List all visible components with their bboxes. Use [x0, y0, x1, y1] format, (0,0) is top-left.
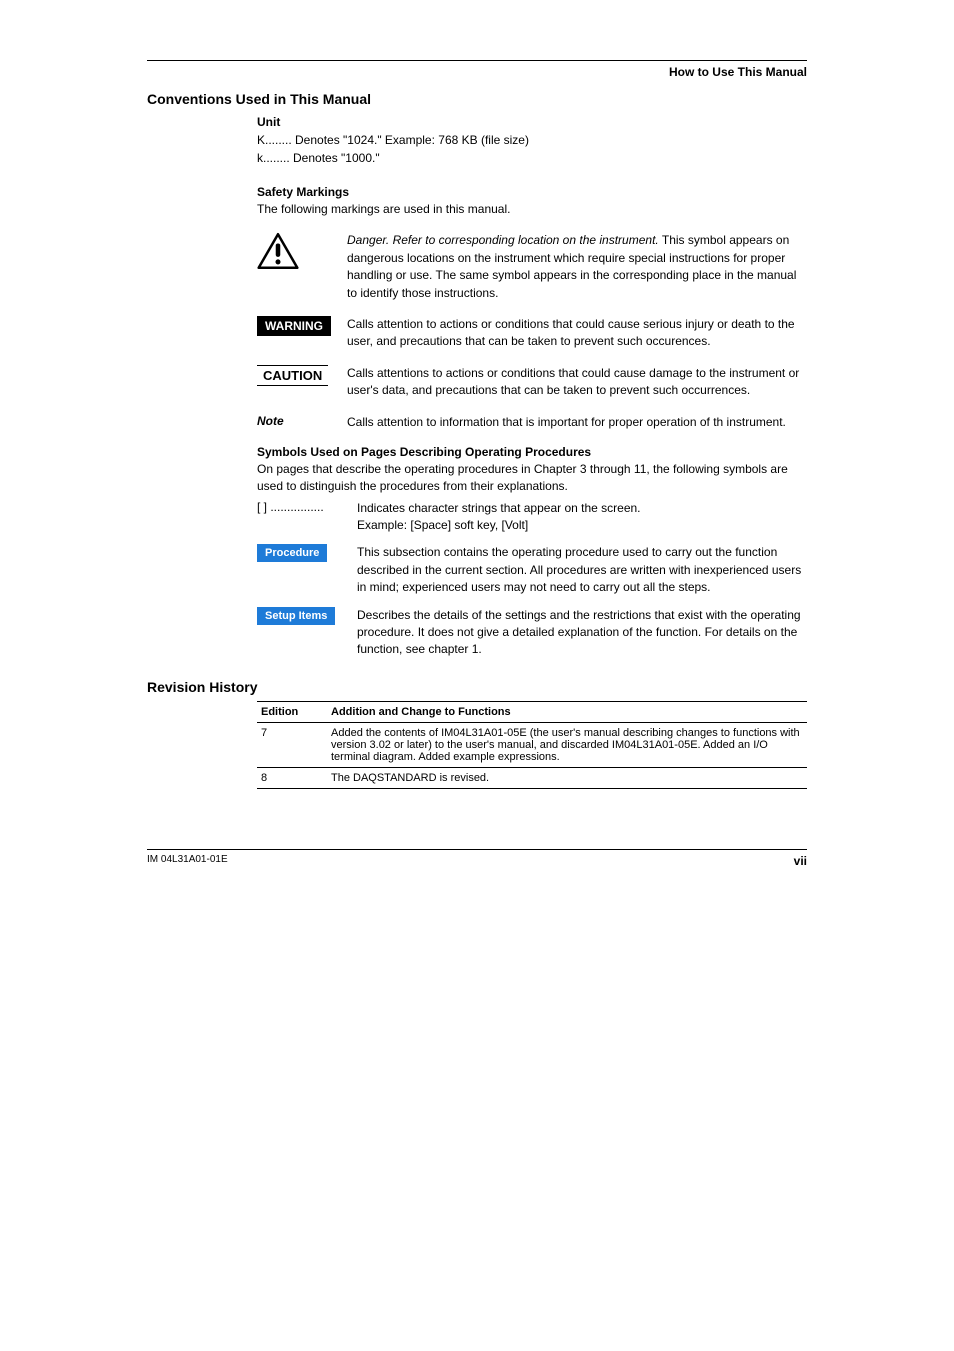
- note-label: Note: [257, 414, 284, 428]
- revision-edition-0: 7: [257, 722, 327, 767]
- brackets-desc-line2: Example: [Space] soft key, [Volt]: [357, 517, 807, 534]
- revision-edition-1: 8: [257, 767, 327, 788]
- revision-change-1: The DAQSTANDARD is revised.: [327, 767, 807, 788]
- note-description: Calls attention to information that is i…: [347, 414, 807, 431]
- warning-badge: WARNING: [257, 316, 331, 336]
- footer-doc-id: IM 04L31A01-01E: [147, 854, 228, 868]
- section-title-conventions: Conventions Used in This Manual: [147, 91, 807, 107]
- symbols-procedures-heading: Symbols Used on Pages Describing Operati…: [257, 445, 807, 459]
- warning-description: Calls attention to actions or conditions…: [347, 316, 807, 351]
- top-rule: [147, 60, 807, 61]
- table-row: 7 Added the contents of IM04L31A01-05E (…: [257, 722, 807, 767]
- procedure-description: This subsection contains the operating p…: [357, 544, 807, 596]
- section-title-revision: Revision History: [147, 679, 807, 695]
- danger-icon: [257, 232, 347, 273]
- revision-table: Edition Addition and Change to Functions…: [257, 701, 807, 789]
- page-header-breadcrumb: How to Use This Manual: [147, 65, 807, 79]
- revision-change-0: Added the contents of IM04L31A01-05E (th…: [327, 722, 807, 767]
- setup-items-description: Describes the details of the settings an…: [357, 607, 807, 659]
- danger-first-sentence: Danger. Refer to corresponding location …: [347, 233, 659, 247]
- unit-line-K: K........ Denotes "1024." Example: 768 K…: [257, 131, 807, 149]
- revision-header-change: Addition and Change to Functions: [327, 701, 807, 722]
- brackets-desc-line1: Indicates character strings that appear …: [357, 500, 807, 517]
- safety-markings-heading: Safety Markings: [257, 185, 807, 199]
- footer-page-number: vii: [794, 854, 807, 868]
- safety-markings-intro: The following markings are used in this …: [257, 201, 807, 218]
- table-row: 8 The DAQSTANDARD is revised.: [257, 767, 807, 788]
- revision-header-edition: Edition: [257, 701, 327, 722]
- caution-badge: CAUTION: [257, 365, 328, 386]
- unit-heading: Unit: [257, 115, 807, 129]
- danger-description: Danger. Refer to corresponding location …: [347, 232, 807, 302]
- unit-line-k: k........ Denotes "1000.": [257, 149, 807, 167]
- caution-description: Calls attentions to actions or condition…: [347, 365, 807, 400]
- setup-items-badge: Setup Items: [257, 607, 335, 625]
- brackets-symbol: [ ] ................: [257, 500, 357, 514]
- page-footer: IM 04L31A01-01E vii: [147, 849, 807, 868]
- procedure-badge: Procedure: [257, 544, 327, 562]
- symbols-procedures-intro: On pages that describe the operating pro…: [257, 461, 807, 496]
